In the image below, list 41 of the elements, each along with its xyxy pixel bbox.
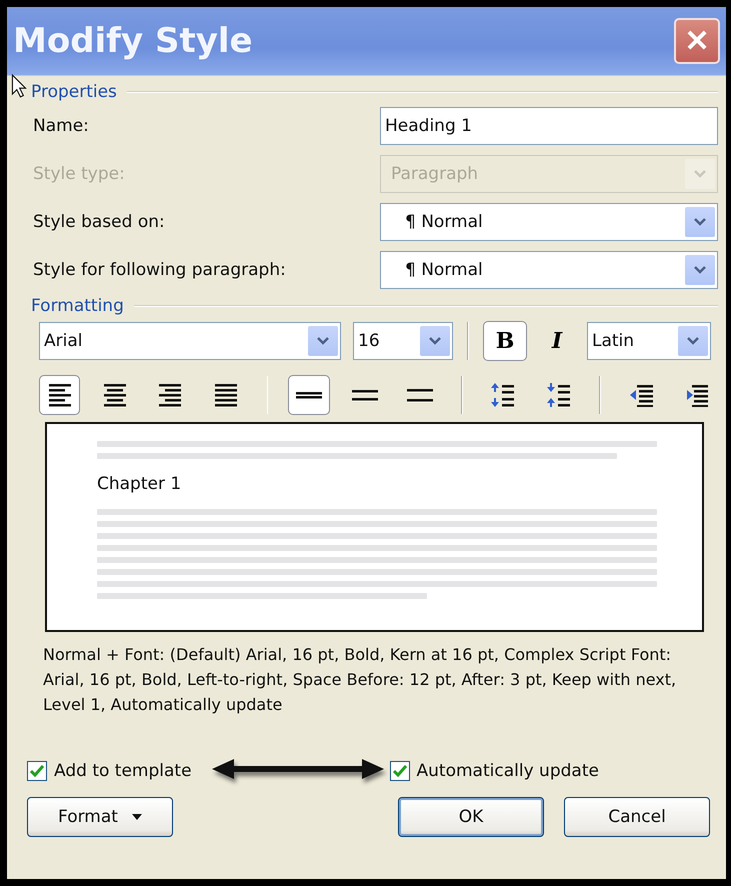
ok-button[interactable]: OK bbox=[398, 797, 544, 837]
align-center-icon bbox=[102, 383, 128, 407]
formatting-heading: Formatting bbox=[31, 296, 124, 316]
field-label: Style type: bbox=[33, 164, 125, 184]
justify-icon bbox=[212, 383, 239, 407]
bold-button[interactable]: B bbox=[483, 321, 527, 361]
check-icon bbox=[392, 765, 407, 777]
decrease-indent-icon bbox=[628, 383, 655, 407]
font-dropdown[interactable]: Arial bbox=[39, 322, 341, 360]
increase-indent-icon bbox=[684, 383, 710, 407]
cancel-button[interactable]: Cancel bbox=[564, 797, 710, 837]
window-title: Modify Style bbox=[13, 21, 253, 61]
field-label: Style for following paragraph: bbox=[33, 260, 286, 280]
style-dropdown[interactable]: ¶ Normal bbox=[380, 203, 718, 241]
align-right-icon bbox=[157, 383, 184, 407]
align-left-icon bbox=[46, 383, 73, 407]
field-label: Name: bbox=[33, 116, 89, 136]
font-size-dropdown[interactable]: 16 bbox=[353, 322, 453, 360]
space-after-icon bbox=[546, 382, 572, 408]
mouse-cursor-icon bbox=[11, 73, 27, 99]
style-dropdown[interactable]: ¶ Normal bbox=[380, 251, 718, 289]
option-checkbox[interactable]: Automatically update bbox=[390, 761, 599, 781]
checkbox[interactable] bbox=[27, 761, 47, 781]
field-label: Style based on: bbox=[33, 212, 165, 232]
single-spacing-button[interactable] bbox=[288, 375, 330, 415]
double-spacing-icon bbox=[406, 388, 434, 402]
name-field[interactable]: Heading 1 bbox=[380, 107, 718, 145]
align-left-button[interactable] bbox=[39, 375, 80, 415]
script-dropdown[interactable]: Latin bbox=[587, 322, 711, 360]
check-icon bbox=[30, 765, 44, 777]
caret-icon bbox=[132, 814, 142, 820]
format-button[interactable]: Format bbox=[27, 797, 173, 837]
style-description: Normal + Font: (Default) Arial, 16 pt, Bold, Kern at 16 pt, Complex Script Font: Arial, 16 pt, Bold, Left-to-right, Space Before: 12 pt, After: 3 pt, Keep with next, Level 1, Automatically update bbox=[43, 644, 678, 716]
preview-sample: Chapter 1 bbox=[97, 474, 182, 494]
option-checkbox[interactable]: Add to template bbox=[27, 761, 192, 781]
italic-button[interactable]: I bbox=[535, 321, 579, 361]
space-before-icon bbox=[490, 382, 516, 408]
single-spacing-icon bbox=[295, 390, 324, 400]
checkbox[interactable] bbox=[390, 761, 410, 781]
properties-heading: Properties bbox=[31, 82, 117, 102]
one-half-spacing-icon bbox=[350, 389, 379, 401]
